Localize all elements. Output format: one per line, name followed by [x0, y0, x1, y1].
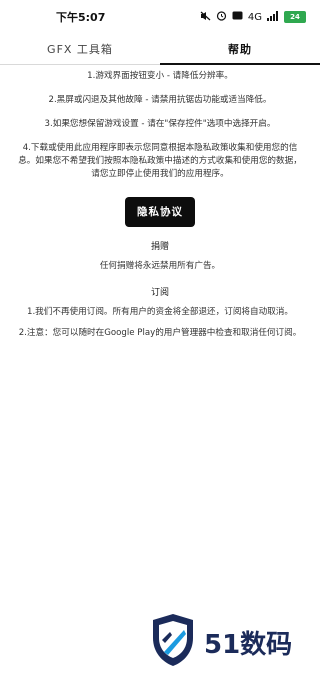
subscription-title: 订阅 [150, 288, 169, 298]
help-tip-3: 3.如果您想保留游戏设置 - 请在"保存控件"选项中选择开启。 [44, 119, 276, 129]
help-tip-1: 1.游戏界面按钮变小 - 请降低分辨率。 [87, 71, 233, 81]
hd-icon [232, 11, 243, 23]
watermark: 51数码 [150, 612, 310, 672]
shield-logo-icon [150, 612, 196, 672]
donation-title: 捐赠 [150, 242, 169, 252]
subscription-item-1: 1.我们不再使用订阅。所有用户的资金将全部退还，订阅将自动取消。 [26, 307, 293, 317]
tab-bar: GFX 工具箱 帮助 [0, 34, 320, 65]
alarm-icon [216, 10, 227, 24]
signal-icon [267, 10, 279, 24]
network-type-label: 4G [247, 11, 262, 23]
tab-help[interactable]: 帮助 [160, 34, 320, 65]
status-icons: 4G 24 [200, 10, 306, 24]
donation-text: 任何捐赠将永远禁用所有广告。 [99, 261, 221, 271]
status-bar: 下午5:07 4G 24 [0, 0, 320, 34]
help-tip-4: 4.下载或使用此应用程序即表示您同意根据本隐私政策收集和使用您的信息。如果您不希… [18, 143, 302, 179]
help-content: 1.游戏界面按钮变小 - 请降低分辨率。 2.黑屏或闪退及其他故障 - 请禁用抗… [0, 66, 320, 340]
tab-gfx-tools[interactable]: GFX 工具箱 [0, 34, 160, 64]
status-time: 下午5:07 [56, 11, 106, 24]
watermark-text: 51数码 [204, 629, 293, 660]
subscription-item-2: 2.注意：您可以随时在Google Play的用户管理器中检查和取消任何订阅。 [18, 328, 302, 338]
battery-level: 24 [290, 13, 300, 21]
help-tip-2: 2.黑屏或闪退及其他故障 - 请禁用抗锯齿功能或适当降低。 [48, 95, 272, 105]
battery-icon: 24 [284, 11, 306, 23]
mute-icon [200, 11, 211, 24]
privacy-policy-button[interactable]: 隐私协议 [125, 197, 195, 227]
